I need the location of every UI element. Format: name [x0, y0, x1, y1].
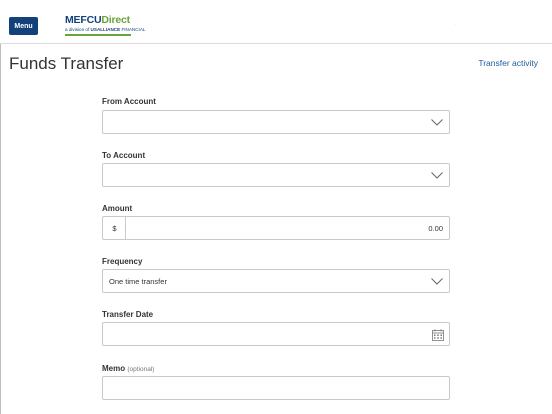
frequency-select[interactable]: One time transfer — [102, 269, 450, 293]
memo-optional-label: (optional) — [127, 366, 155, 373]
chevron-down-icon — [431, 278, 443, 285]
amount-value: 0.00 — [428, 224, 443, 233]
menu-button[interactable]: Menu — [9, 17, 38, 35]
left-border — [0, 44, 1, 414]
transfer-activity-link[interactable]: Transfer activity — [478, 58, 538, 68]
currency-prefix: $ — [102, 216, 126, 240]
memo-input[interactable] — [102, 376, 450, 400]
chevron-down-icon — [431, 119, 443, 126]
from-account-label: From Account — [102, 97, 156, 106]
chevron-down-icon — [431, 172, 443, 179]
frequency-value: One time transfer — [109, 277, 167, 286]
memo-label: Memo (optional) — [102, 364, 155, 373]
transfer-date-input[interactable] — [102, 322, 450, 346]
calendar-icon[interactable] — [432, 329, 444, 341]
from-account-select[interactable] — [102, 110, 450, 134]
transfer-date-label: Transfer Date — [102, 310, 154, 319]
to-account-select[interactable] — [102, 163, 450, 187]
to-account-label: To Account — [102, 151, 146, 160]
logo-tagline: a division of USALLIANCE FINANCIAL — [65, 27, 146, 32]
page-title: Funds Transfer — [9, 54, 124, 73]
app-header: Menu MEFCUDirect a division of USALLIANC… — [0, 0, 552, 44]
amount-input[interactable]: 0.00 — [125, 216, 450, 240]
logo-underline — [65, 34, 131, 36]
amount-label: Amount — [102, 204, 133, 213]
header-decoration: · — [455, 22, 457, 27]
mefcu-direct-logo[interactable]: MEFCUDirect a division of USALLIANCE FIN… — [65, 14, 146, 40]
frequency-label: Frequency — [102, 257, 143, 266]
logo-wordmark: MEFCUDirect — [65, 14, 130, 26]
